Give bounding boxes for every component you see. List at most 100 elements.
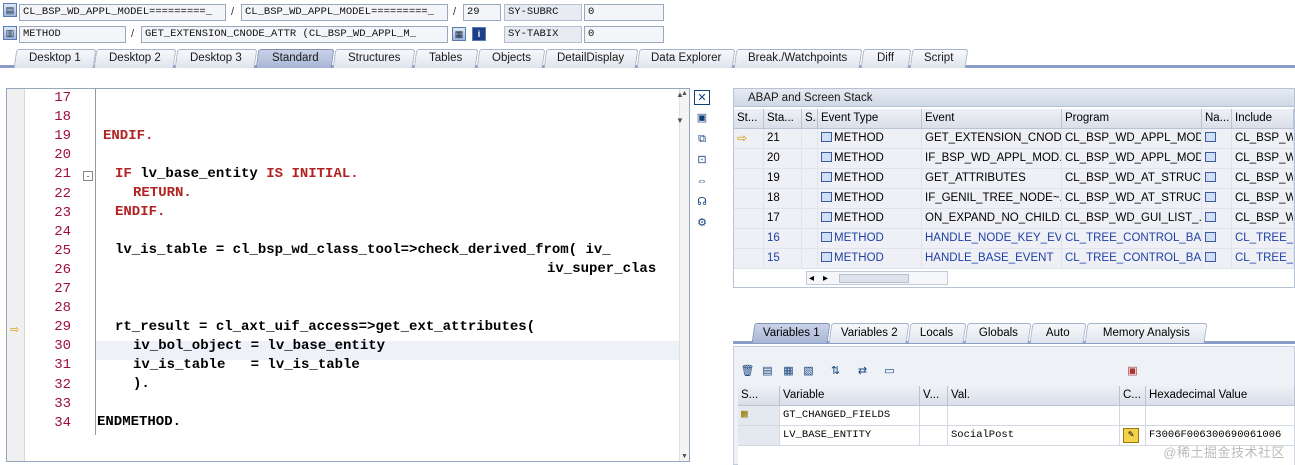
stack-cell[interactable]: 21 [764,129,802,149]
stack-cell[interactable]: HANDLE_NODE_KEY_EV... [922,229,1062,249]
stack-cell[interactable]: CL_BSP_W [1232,149,1294,169]
variable-cell[interactable]: SocialPost [948,426,1120,446]
breakpoint-gutter[interactable]: ⇨ [7,89,25,461]
editor-scrollbar[interactable]: ▲ ▼ [679,89,689,461]
stack-column-header[interactable]: Event [922,109,1062,129]
tab-variables-2[interactable]: Variables 2 [828,323,910,343]
stack-cell[interactable] [1202,189,1232,209]
variables-column-header[interactable]: C... [1120,386,1146,406]
event-field[interactable]: GET_EXTENSION_CNODE_ATTR (CL_BSP_WD_APPL… [141,26,448,43]
navigate-icon[interactable] [1205,232,1216,242]
stack-cell[interactable]: CL_TREE_CONTROL_BA... [1062,249,1202,269]
variable-cell[interactable] [1146,406,1295,426]
stack-column-header[interactable]: Include [1232,109,1294,129]
navigate-icon[interactable] [1205,132,1216,142]
save-list-icon[interactable]: ▦ [781,365,796,379]
stack-cell[interactable] [734,249,764,269]
variable-cell[interactable]: ▦ [738,406,780,426]
stack-cell[interactable]: ⇨ [734,129,764,149]
stack-cell[interactable]: GET_ATTRIBUTES [922,169,1062,189]
stack-cell[interactable] [1202,209,1232,229]
tab-variables-1[interactable]: Variables 1 [751,323,831,343]
delete-icon[interactable]: 🗑 [740,365,755,379]
stack-cell[interactable] [1202,149,1232,169]
stack-cell[interactable]: CL_BSP_WD_APPL_MOD... [1062,129,1202,149]
line-field[interactable]: 29 [463,4,501,21]
stack-cell[interactable]: METHOD [818,149,922,169]
stack-cell[interactable] [734,189,764,209]
navigate-icon[interactable] [1205,252,1216,262]
variable-cell[interactable] [920,406,948,426]
stack-cell[interactable]: METHOD [818,209,922,229]
stack-cell[interactable] [734,149,764,169]
maximize-icon[interactable]: ⊡ [694,153,710,168]
save-icon[interactable]: ▣ [1125,365,1140,379]
stack-cell[interactable] [734,229,764,249]
stack-cell[interactable] [1202,229,1232,249]
stack-cell[interactable] [802,249,818,269]
navigate-icon[interactable] [1205,212,1216,222]
new-tool-icon[interactable]: ▣ [694,111,710,126]
stack-cell[interactable]: METHOD [818,129,922,149]
stack-cell[interactable]: ON_EXPAND_NO_CHILD... [922,209,1062,229]
stack-cell[interactable]: METHOD [818,229,922,249]
stack-cell[interactable]: HANDLE_BASE_EVENT [922,249,1062,269]
stack-cell[interactable] [802,189,818,209]
stack-cell[interactable]: CL_TREE_CONTROL_BA... [1062,229,1202,249]
scroll-down-icon[interactable]: ▼ [676,116,684,125]
stack-cell[interactable]: CL_BSP_W [1232,209,1294,229]
stack-cell[interactable]: CL_TREE_ [1232,229,1294,249]
stack-column-header[interactable]: St... [734,109,764,129]
tab-desktop-2[interactable]: Desktop 2 [93,49,177,68]
scroll-up-icon[interactable]: ▲ [676,90,684,99]
variables-column-header[interactable]: Val. [948,386,1120,406]
settings-icon[interactable]: ⚙ [694,216,710,231]
tab-desktop-1[interactable]: Desktop 1 [13,49,97,68]
tab-detaildisplay[interactable]: DetailDisplay [543,49,639,68]
stack-column-header[interactable]: Program [1062,109,1202,129]
scroll-thumb[interactable] [839,274,909,283]
stack-cell[interactable]: IF_GENIL_TREE_NODE~... [922,189,1062,209]
variable-cell[interactable] [1120,406,1146,426]
folder-icon[interactable]: ▭ [882,365,897,379]
stack-cell[interactable]: METHOD [818,189,922,209]
navigate-icon[interactable] [1205,152,1216,162]
stack-cell[interactable]: CL_BSP_W [1232,129,1294,149]
variable-cell[interactable] [738,426,780,446]
stack-cell[interactable]: IF_BSP_WD_APPL_MOD... [922,149,1062,169]
event-type-field[interactable]: METHOD [19,26,126,43]
tab-locals[interactable]: Locals [907,323,967,343]
stack-cell[interactable] [802,229,818,249]
variable-cell[interactable]: LV_BASE_ENTITY [780,426,920,446]
variable-cell[interactable] [948,406,1120,426]
stack-cell[interactable] [802,149,818,169]
navigate-icon[interactable] [1205,172,1216,182]
transfer-icon[interactable]: ⇄ [855,365,870,379]
stack-column-header[interactable]: Sta... [764,109,802,129]
edit-pencil-icon[interactable]: ✎ [1123,428,1139,443]
stack-cell[interactable]: CL_BSP_W [1232,189,1294,209]
stack-cell[interactable] [1202,129,1232,149]
stack-cell[interactable]: METHOD [818,169,922,189]
variables-column-header[interactable]: Variable [780,386,920,406]
stack-cell[interactable]: 20 [764,149,802,169]
tab-break-watchpoints[interactable]: Break./Watchpoints [733,49,863,68]
scroll-left-icon[interactable]: ◂ [809,272,814,285]
stack-column-header[interactable]: S.. [802,109,818,129]
stack-column-header[interactable]: Event Type [818,109,922,129]
stack-cell[interactable] [734,209,764,229]
info-icon[interactable]: i [472,27,486,41]
navigate-icon[interactable] [1205,192,1216,202]
stack-cell[interactable]: 15 [764,249,802,269]
service-icon[interactable]: ☊ [694,195,710,210]
variables-column-header[interactable]: V... [920,386,948,406]
stack-cell[interactable]: CL_BSP_W [1232,169,1294,189]
include-field[interactable]: CL_BSP_WD_APPL_MODEL=========_ [241,4,448,21]
tab-globals[interactable]: Globals [964,323,1032,343]
stack-cell[interactable] [734,169,764,189]
source-code-editor[interactable]: ⇨ 17 18 19 20 21 22 23 24 25 26 27 28 29 30 31 32 33 34 -… [6,88,690,462]
stack-cell[interactable]: 17 [764,209,802,229]
export-icon[interactable]: ▧ [801,365,816,379]
variables-column-header[interactable]: Hexadecimal Value [1146,386,1295,406]
swap-tools-icon[interactable]: ⧉ [694,132,710,147]
